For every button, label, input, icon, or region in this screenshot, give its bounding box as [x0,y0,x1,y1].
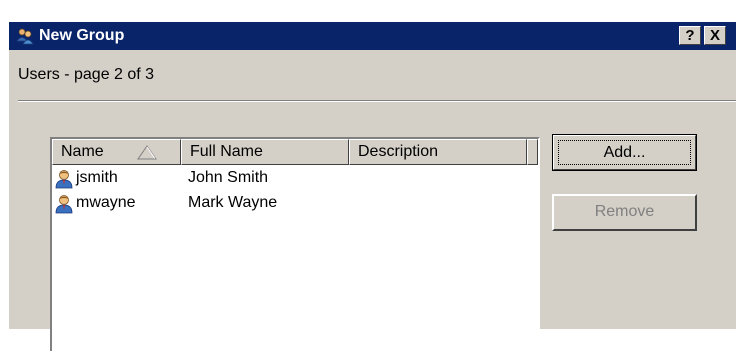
column-header-name[interactable]: Name [52,139,181,165]
add-button[interactable]: Add... [552,134,697,171]
cell-full-name: John Smith [188,169,269,186]
cell-name: jsmith [76,169,118,186]
group-users-icon [16,28,34,45]
title-bar[interactable]: New Group ? X [9,22,736,50]
list-header: Name Full Name Description [52,139,538,165]
user-icon [55,170,73,189]
list-item[interactable]: mwayne Mark Wayne [52,193,538,215]
sort-ascending-icon [137,145,157,160]
help-button[interactable]: ? [679,26,701,45]
new-group-dialog: New Group ? X Users - page 2 of 3 Name F… [9,22,736,351]
cell-full-name: Mark Wayne [188,194,278,211]
remove-button[interactable]: Remove [552,194,697,231]
users-list-view[interactable]: Name Full Name Description jsmith John S… [50,137,540,351]
page-subtitle: Users - page 2 of 3 [18,66,155,83]
close-button[interactable]: X [704,26,726,45]
column-header-name-label: Name [61,143,104,160]
column-header-full-name[interactable]: Full Name [181,139,349,165]
column-header-full-name-label: Full Name [190,143,263,160]
column-header-description-label: Description [358,143,439,160]
add-button-label: Add... [558,140,691,165]
separator-line [18,100,736,102]
column-header-description[interactable]: Description [349,139,527,165]
column-header-filler [527,139,538,165]
cell-name: mwayne [76,194,136,211]
dialog-title: New Group [39,27,125,44]
user-icon [55,195,73,214]
list-item[interactable]: jsmith John Smith [52,168,538,190]
